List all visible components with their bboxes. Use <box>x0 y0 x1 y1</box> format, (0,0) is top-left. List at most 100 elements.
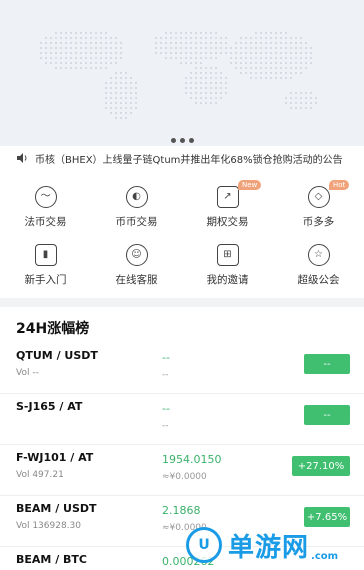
map-dot <box>275 72 277 74</box>
map-dot <box>185 87 187 89</box>
map-dot <box>245 57 247 59</box>
menu-beginner[interactable]: ▮ 新手入门 <box>0 244 91 287</box>
map-dot <box>285 72 287 74</box>
map-dot <box>300 97 302 99</box>
map-dot <box>190 77 192 79</box>
map-dot <box>245 47 247 49</box>
map-dot <box>235 62 237 64</box>
map-dot <box>285 42 287 44</box>
map-dot <box>75 67 77 69</box>
map-dot <box>300 102 302 104</box>
map-dot <box>70 42 72 44</box>
map-dot <box>110 77 112 79</box>
map-dot <box>85 32 87 34</box>
map-dot <box>225 92 227 94</box>
map-dot <box>245 72 247 74</box>
map-dot <box>115 107 117 109</box>
map-dot <box>245 42 247 44</box>
map-dot <box>275 57 277 59</box>
map-dot <box>295 72 297 74</box>
map-dot <box>255 42 257 44</box>
map-dot <box>65 42 67 44</box>
map-dot <box>55 52 57 54</box>
map-dot <box>125 77 127 79</box>
map-dot <box>185 92 187 94</box>
map-dot <box>55 67 57 69</box>
map-dot <box>290 97 292 99</box>
map-dot <box>65 52 67 54</box>
map-dot <box>190 82 192 84</box>
pagination-dot[interactable] <box>170 138 176 143</box>
map-dot <box>100 62 102 64</box>
map-dot <box>215 37 217 39</box>
map-dot <box>160 42 162 44</box>
map-dot <box>135 97 137 99</box>
map-dot <box>265 62 267 64</box>
map-dot <box>220 97 222 99</box>
map-dot <box>190 62 192 64</box>
map-dot <box>240 42 242 44</box>
menu-super-guild[interactable]: ☆ 超级公会 <box>273 244 364 287</box>
ticker-row[interactable]: QTUM / USDT Vol -- -- -- -- <box>0 343 364 394</box>
map-dot <box>220 82 222 84</box>
map-dot <box>200 57 202 59</box>
announcement-bar[interactable]: 币核（BHEX）上线量子链Qtum并推出年化68%锁仓抢购活动的公告 <box>0 150 364 166</box>
map-dot <box>305 52 307 54</box>
map-dot <box>220 37 222 39</box>
menu-coin-earn[interactable]: ◇ Hot 币多多 <box>273 180 364 229</box>
map-dot <box>220 87 222 89</box>
map-dot <box>285 32 287 34</box>
pagination-dot[interactable] <box>179 138 185 143</box>
map-dot <box>200 32 202 34</box>
menu-invite[interactable]: ⊞ 我的邀请 <box>182 244 273 287</box>
menu-label: 超级公会 <box>297 274 340 286</box>
map-dot <box>250 57 252 59</box>
pair-name: BEAM / BTC <box>16 553 87 566</box>
map-dot <box>65 37 67 39</box>
map-dot <box>295 52 297 54</box>
map-dot <box>280 62 282 64</box>
map-dot <box>180 47 182 49</box>
menu-options-trade[interactable]: ↗ New 期权交易 <box>182 180 273 229</box>
map-dot <box>55 47 57 49</box>
map-dot <box>300 42 302 44</box>
map-dot <box>120 97 122 99</box>
map-dot <box>135 107 137 109</box>
map-dot <box>225 37 227 39</box>
map-dot <box>240 62 242 64</box>
map-dot <box>195 32 197 34</box>
last-price: 1954.0150 <box>162 453 222 466</box>
map-dot <box>125 82 127 84</box>
map-dot <box>300 72 302 74</box>
menu-fiat-trade[interactable]: 〜 法币交易 <box>0 186 91 229</box>
map-dot <box>115 97 117 99</box>
map-dot <box>275 37 277 39</box>
map-dot <box>305 97 307 99</box>
promo-banner[interactable] <box>0 0 364 146</box>
map-dot <box>135 92 137 94</box>
map-dot <box>100 52 102 54</box>
map-dot <box>270 72 272 74</box>
map-dot <box>200 47 202 49</box>
map-dot <box>280 32 282 34</box>
map-dot <box>245 67 247 69</box>
menu-label: 在线客服 <box>115 274 158 286</box>
map-dot <box>100 67 102 69</box>
map-dot <box>70 47 72 49</box>
map-dot <box>55 37 57 39</box>
map-dot <box>290 57 292 59</box>
map-dot <box>70 62 72 64</box>
ticker-row[interactable]: F-WJ101 / AT Vol 497.21 1954.0150 ≈¥0.00… <box>0 445 364 496</box>
menu-coin-trade[interactable]: ◐ 币币交易 <box>91 186 182 229</box>
menu-customer-service[interactable]: ☺ 在线客服 <box>91 244 182 287</box>
map-dot <box>265 57 267 59</box>
map-dot <box>195 82 197 84</box>
map-dot <box>40 42 42 44</box>
map-dot <box>195 67 197 69</box>
pagination-dot[interactable] <box>188 138 194 143</box>
ticker-row[interactable]: S-J165 / AT -- -- -- <box>0 394 364 445</box>
map-dot <box>285 57 287 59</box>
map-dot <box>255 77 257 79</box>
map-dot <box>265 32 267 34</box>
map-dot <box>240 57 242 59</box>
